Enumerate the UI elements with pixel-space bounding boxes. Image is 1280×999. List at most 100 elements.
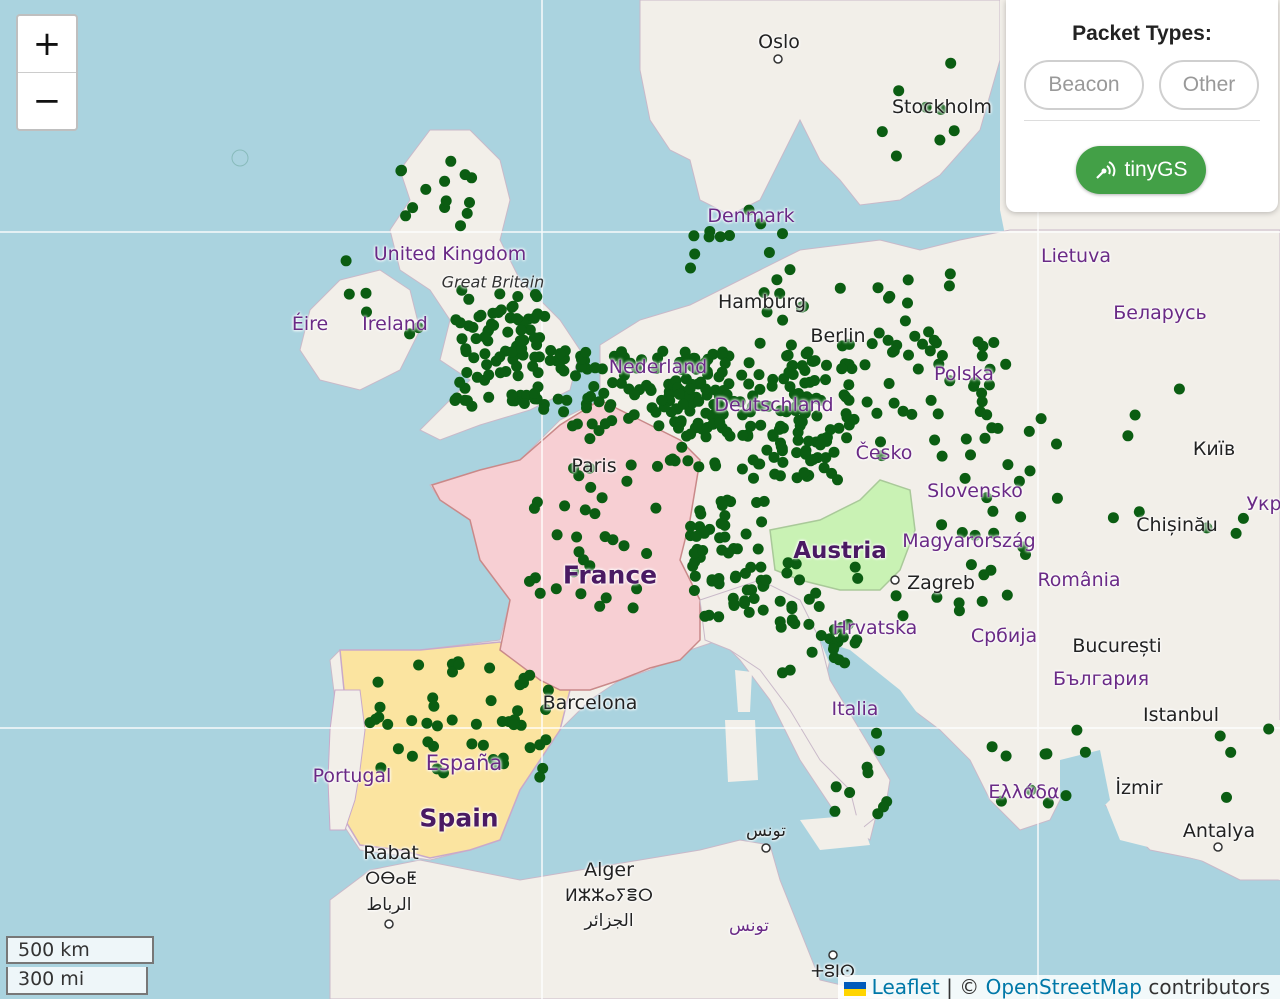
station-marker[interactable]: [878, 801, 889, 813]
station-marker[interactable]: [805, 455, 817, 467]
station-marker[interactable]: [755, 419, 767, 431]
station-marker[interactable]: [740, 528, 752, 540]
station-marker[interactable]: [700, 407, 712, 419]
station-marker[interactable]: [524, 575, 535, 587]
station-marker[interactable]: [652, 460, 663, 472]
station-marker[interactable]: [496, 716, 508, 727]
station-marker[interactable]: [641, 548, 653, 559]
station-marker[interactable]: [1023, 425, 1035, 437]
station-marker[interactable]: [796, 360, 808, 372]
station-marker[interactable]: [760, 574, 772, 586]
station-marker[interactable]: [859, 359, 871, 371]
station-marker[interactable]: [512, 370, 524, 382]
station-marker[interactable]: [714, 231, 726, 243]
station-marker[interactable]: [828, 643, 839, 655]
station-marker[interactable]: [524, 742, 536, 754]
station-marker[interactable]: [882, 334, 894, 346]
station-marker[interactable]: [1071, 724, 1083, 736]
station-marker[interactable]: [836, 363, 848, 374]
station-marker[interactable]: [716, 499, 728, 511]
station-marker[interactable]: [585, 481, 597, 493]
station-marker[interactable]: [769, 468, 781, 480]
station-marker[interactable]: [1051, 438, 1062, 450]
tinygs-filter-button[interactable]: tinyGS: [1076, 146, 1206, 194]
station-marker[interactable]: [579, 504, 591, 516]
station-marker[interactable]: [529, 351, 541, 363]
station-marker[interactable]: [832, 474, 843, 486]
station-marker[interactable]: [784, 264, 796, 276]
station-marker[interactable]: [743, 606, 755, 618]
station-marker[interactable]: [446, 714, 458, 726]
station-marker[interactable]: [724, 430, 736, 442]
station-marker[interactable]: [1035, 413, 1047, 425]
station-marker[interactable]: [821, 359, 832, 371]
station-marker[interactable]: [594, 600, 606, 612]
station-marker[interactable]: [978, 569, 990, 581]
station-marker[interactable]: [570, 370, 581, 382]
station-marker[interactable]: [471, 371, 483, 383]
station-marker[interactable]: [485, 695, 497, 707]
station-marker[interactable]: [656, 394, 668, 406]
station-marker[interactable]: [786, 360, 798, 372]
station-marker[interactable]: [618, 540, 630, 552]
station-marker[interactable]: [494, 351, 506, 363]
station-marker[interactable]: [810, 587, 822, 599]
station-marker[interactable]: [814, 439, 826, 451]
station-marker[interactable]: [871, 407, 883, 419]
station-marker[interactable]: [1000, 358, 1012, 370]
station-marker[interactable]: [715, 518, 727, 529]
station-marker[interactable]: [716, 544, 728, 556]
station-marker[interactable]: [421, 717, 433, 729]
station-marker[interactable]: [688, 585, 700, 596]
station-marker[interactable]: [936, 519, 948, 531]
station-marker[interactable]: [730, 570, 742, 582]
station-marker[interactable]: [687, 560, 699, 572]
station-marker[interactable]: [839, 657, 851, 669]
station-marker[interactable]: [747, 454, 759, 466]
station-marker[interactable]: [777, 228, 788, 240]
station-marker[interactable]: [470, 718, 482, 730]
station-marker[interactable]: [593, 425, 605, 437]
station-marker[interactable]: [641, 379, 652, 391]
station-marker[interactable]: [782, 349, 794, 361]
station-marker[interactable]: [902, 274, 914, 286]
station-marker[interactable]: [450, 314, 462, 326]
station-marker[interactable]: [866, 338, 878, 350]
station-marker[interactable]: [728, 597, 740, 609]
station-marker[interactable]: [527, 360, 539, 372]
station-marker[interactable]: [515, 324, 527, 336]
station-marker[interactable]: [479, 348, 491, 360]
station-marker[interactable]: [944, 268, 956, 280]
station-marker[interactable]: [588, 381, 600, 392]
station-marker[interactable]: [1015, 511, 1027, 523]
station-marker[interactable]: [551, 529, 563, 541]
station-marker[interactable]: [781, 567, 793, 579]
station-marker[interactable]: [584, 433, 596, 445]
station-marker[interactable]: [514, 335, 526, 347]
station-marker[interactable]: [753, 369, 765, 381]
station-marker[interactable]: [420, 183, 432, 195]
station-marker[interactable]: [862, 767, 874, 779]
station-marker[interactable]: [761, 444, 773, 456]
station-marker[interactable]: [909, 330, 921, 342]
station-marker[interactable]: [467, 321, 479, 333]
station-marker[interactable]: [484, 662, 496, 674]
station-marker[interactable]: [456, 333, 468, 345]
station-marker[interactable]: [815, 630, 827, 641]
station-marker[interactable]: [719, 357, 731, 369]
station-marker[interactable]: [470, 333, 482, 345]
station-marker[interactable]: [974, 406, 986, 417]
station-marker[interactable]: [628, 409, 640, 421]
station-marker[interactable]: [774, 595, 786, 607]
station-marker[interactable]: [695, 508, 707, 520]
station-marker[interactable]: [890, 150, 902, 162]
station-marker[interactable]: [888, 397, 900, 409]
station-marker[interactable]: [534, 587, 546, 599]
beacon-filter-button[interactable]: Beacon: [1024, 60, 1144, 110]
station-marker[interactable]: [607, 377, 619, 389]
station-marker[interactable]: [395, 165, 407, 177]
station-marker[interactable]: [706, 574, 718, 586]
station-marker[interactable]: [483, 391, 495, 403]
station-marker[interactable]: [786, 603, 798, 615]
station-marker[interactable]: [873, 745, 885, 757]
